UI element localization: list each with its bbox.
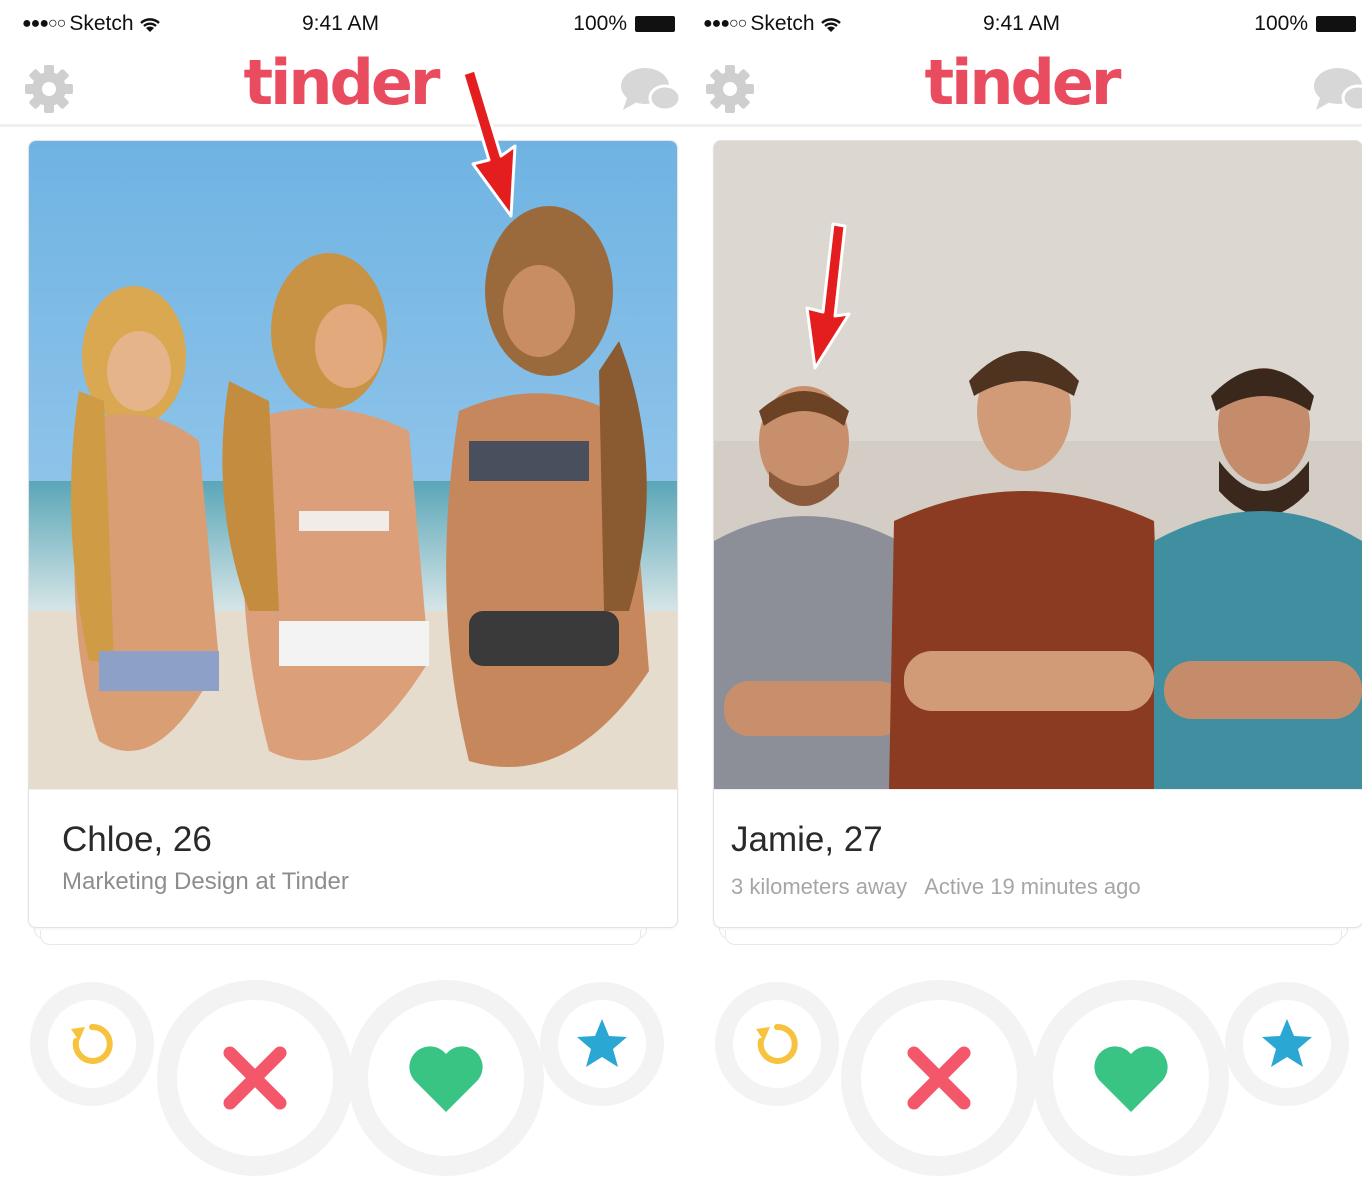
rewind-button[interactable] [715, 982, 839, 1106]
phone-screen-right: ●●●○○ Sketch 9:41 AM 100% tinder Jamie, … [681, 0, 1362, 1177]
profile-subtitle: 3 kilometers away Active 19 minutes ago [731, 874, 1141, 899]
profile-name-age: Chloe, 26 [62, 820, 212, 859]
status-bar: ●●●○○ Sketch 9:41 AM 100% [681, 0, 1362, 52]
status-bar: ●●●○○ Sketch 9:41 AM 100% [0, 0, 681, 52]
card-stack-edge [725, 930, 1342, 945]
tinder-logo: tinder [924, 46, 1121, 119]
rewind-icon [756, 1023, 798, 1064]
super-like-button[interactable] [1225, 982, 1349, 1106]
profile-card[interactable]: Chloe, 26 Marketing Design at Tinder [28, 140, 678, 928]
chat-bubbles-icon[interactable] [1312, 64, 1362, 118]
annotation-arrow-icon [461, 70, 517, 218]
like-button[interactable] [348, 980, 544, 1176]
rewind-button[interactable] [30, 982, 154, 1106]
annotation-arrow-icon [805, 222, 851, 370]
nope-button[interactable] [841, 980, 1037, 1176]
nope-button[interactable] [157, 980, 353, 1176]
profile-info: Chloe, 26 Marketing Design at Tinder [29, 789, 677, 927]
nope-x-icon [223, 1046, 287, 1110]
nope-x-icon [907, 1046, 971, 1110]
nav-bar: tinder [681, 46, 1362, 127]
super-like-star-icon [1262, 1019, 1312, 1067]
super-like-button[interactable] [540, 982, 664, 1106]
profile-name-age: Jamie, 27 [731, 820, 883, 859]
super-like-star-icon [577, 1019, 627, 1067]
battery-percent: 100% [1254, 12, 1308, 35]
profile-info: Jamie, 27 3 kilometers away Active 19 mi… [714, 789, 1362, 927]
profile-photo[interactable] [29, 141, 677, 789]
nav-bar: tinder [0, 46, 681, 127]
profile-subtitle: Marketing Design at Tinder [62, 868, 349, 895]
battery-icon [635, 16, 675, 32]
tinder-logo: tinder [243, 46, 440, 119]
like-heart-icon [409, 1046, 483, 1112]
chat-bubbles-icon[interactable] [619, 64, 681, 118]
like-button[interactable] [1033, 980, 1229, 1176]
phone-screen-left: ●●●○○ Sketch 9:41 AM 100% tinder Chloe, … [0, 0, 681, 1177]
card-stack-edge [40, 930, 641, 945]
battery-icon [1316, 16, 1356, 32]
battery-percent: 100% [573, 12, 627, 35]
like-heart-icon [1094, 1046, 1168, 1112]
rewind-icon [71, 1023, 113, 1064]
